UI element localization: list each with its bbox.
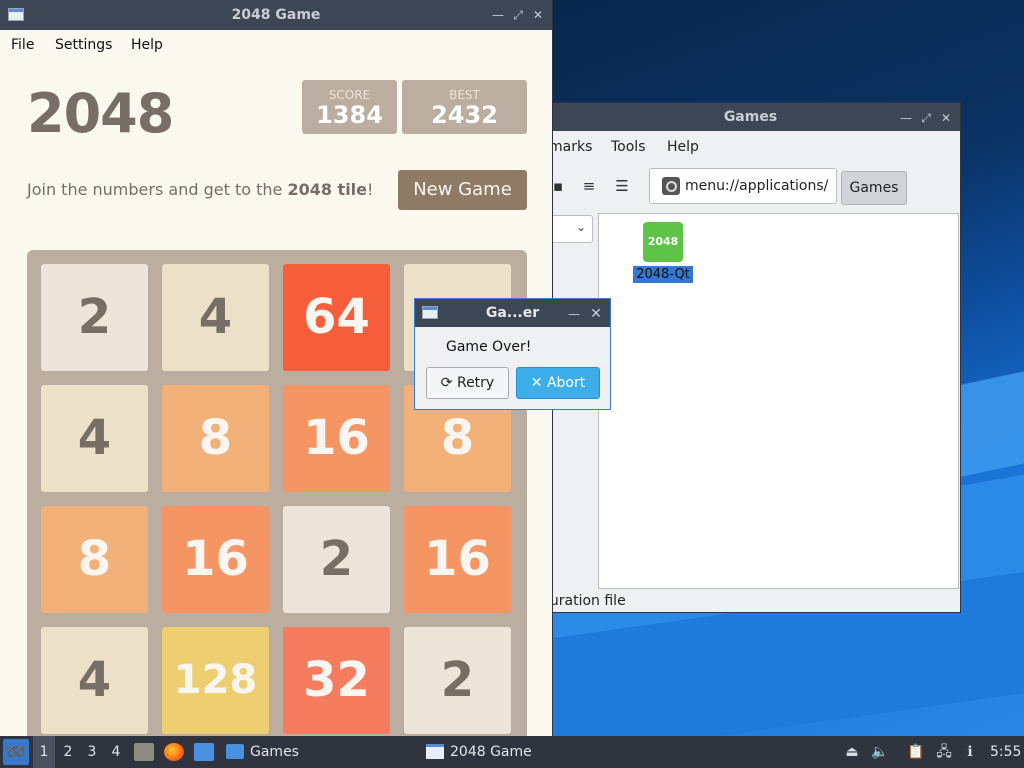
volume-icon[interactable]: 🔈 [870, 742, 890, 762]
abort-label: Abort [546, 375, 586, 391]
detail-view-icon[interactable]: ☰ [611, 177, 633, 197]
desktop-icon[interactable] [194, 743, 214, 761]
new-game-button[interactable]: New Game [398, 170, 527, 210]
workspace-1[interactable]: 1 [33, 736, 55, 768]
tile-2: 2 [404, 627, 511, 734]
abort-button[interactable]: ✕ Abort [516, 367, 600, 399]
notification-icon[interactable]: ℹ [960, 742, 980, 762]
close-icon[interactable]: ✕ [528, 0, 548, 30]
game-menubar: File Settings Help [0, 30, 552, 60]
best-box: BEST 2432 [402, 80, 527, 134]
breadcrumb-games[interactable]: Games [841, 171, 907, 205]
minimize-icon[interactable]: — [896, 103, 916, 133]
tile-16: 16 [404, 506, 511, 613]
game-title: 2048 [27, 82, 174, 145]
clipboard-icon[interactable]: 📋 [906, 742, 926, 762]
taskbar: ➿ 1 2 3 4 Games 2048 Game ⏏ 🔈 📋 🖧 ℹ 5:55 [0, 736, 1024, 768]
search-icon [662, 177, 680, 195]
taskbar-task-games[interactable]: Games [224, 736, 299, 768]
window-icon [8, 8, 24, 21]
menu-tools[interactable]: Tools [611, 139, 646, 155]
file-item[interactable]: 2048 2048-Qt [631, 222, 695, 283]
workspace-4[interactable]: 4 [105, 736, 127, 768]
tile-64: 64 [283, 264, 390, 371]
tile-2: 2 [283, 506, 390, 613]
taskbar-task-2048[interactable]: 2048 Game [424, 736, 532, 768]
start-menu-button[interactable]: ➿ [3, 739, 29, 765]
tile-8: 8 [41, 506, 148, 613]
maximize-icon[interactable]: ⤢ [508, 0, 528, 30]
dialog-title: Ga...er [485, 305, 540, 321]
dialog-message: Game Over! [446, 339, 532, 355]
menu-help[interactable]: Help [131, 37, 163, 53]
window-title: Games [723, 109, 778, 125]
tile-128: 128 [162, 627, 269, 734]
tile-4: 4 [162, 264, 269, 371]
score-value: 1384 [316, 101, 383, 129]
intro-suffix: ! [367, 180, 374, 199]
score-box: SCORE 1384 [302, 80, 397, 134]
tile-8: 8 [162, 385, 269, 492]
intro-prefix: Join the numbers and get to the [27, 180, 288, 199]
file-manager-menubar: marks Tools Help [541, 131, 960, 163]
tile-4: 4 [41, 385, 148, 492]
file-view[interactable]: 2048 2048-Qt [598, 213, 959, 589]
tile-16: 16 [162, 506, 269, 613]
workspace-3[interactable]: 3 [81, 736, 103, 768]
network-icon[interactable]: 🖧 [934, 742, 954, 762]
best-label: BEST [449, 88, 480, 102]
score-label: SCORE [328, 88, 371, 102]
maximize-icon[interactable]: ⤢ [916, 103, 936, 133]
minimize-icon[interactable]: — [488, 0, 508, 30]
tile-2: 2 [41, 264, 148, 371]
game-titlebar[interactable]: 2048 Game — ⤢ ✕ [0, 0, 552, 30]
window-icon [426, 744, 444, 759]
menu-file[interactable]: File [11, 37, 34, 53]
chevron-down-icon: ⌄ [575, 220, 586, 234]
menu-help[interactable]: Help [667, 139, 699, 155]
tile-16: 16 [283, 385, 390, 492]
location-bar[interactable]: menu://applications/ [649, 168, 837, 204]
menu-bookmarks[interactable]: marks [549, 139, 592, 155]
task-label: 2048 Game [450, 744, 532, 760]
task-label: Games [250, 744, 299, 760]
intro-text: Join the numbers and get to the 2048 til… [27, 180, 373, 199]
best-value: 2432 [431, 101, 498, 129]
tile-4: 4 [41, 627, 148, 734]
file-manager-titlebar[interactable]: Games — ⤢ ✕ [541, 103, 960, 131]
list-view-icon[interactable]: ≡ [578, 177, 600, 197]
window-title: 2048 Game [231, 7, 321, 23]
dialog-titlebar[interactable]: Ga...er — ✕ [415, 299, 610, 327]
firefox-icon[interactable] [164, 743, 184, 761]
workspace-2[interactable]: 2 [57, 736, 79, 768]
location-text: menu://applications/ [685, 178, 829, 194]
close-icon[interactable]: ✕ [586, 299, 606, 329]
window-icon [422, 306, 438, 319]
retry-label: Retry [456, 375, 495, 391]
close-icon[interactable]: ✕ [936, 103, 956, 133]
game-over-dialog: Ga...er — ✕ Game Over! ⟳ Retry ✕ Abort [414, 298, 611, 410]
menu-settings[interactable]: Settings [55, 37, 112, 53]
file-name: 2048-Qt [633, 266, 693, 283]
intro-bold: 2048 tile [287, 180, 368, 199]
eject-icon[interactable]: ⏏ [842, 742, 862, 762]
file-manager-launcher-icon[interactable] [134, 743, 154, 761]
cancel-icon: ✕ [530, 375, 543, 391]
folder-icon [226, 744, 244, 759]
status-bar: guration file [541, 593, 626, 609]
tile-32: 32 [283, 627, 390, 734]
minimize-icon[interactable]: — [564, 299, 584, 329]
clock: 5:55 [990, 744, 1022, 760]
retry-button[interactable]: ⟳ Retry [426, 367, 509, 399]
app-2048-icon: 2048 [643, 222, 683, 262]
refresh-icon: ⟳ [440, 375, 453, 391]
